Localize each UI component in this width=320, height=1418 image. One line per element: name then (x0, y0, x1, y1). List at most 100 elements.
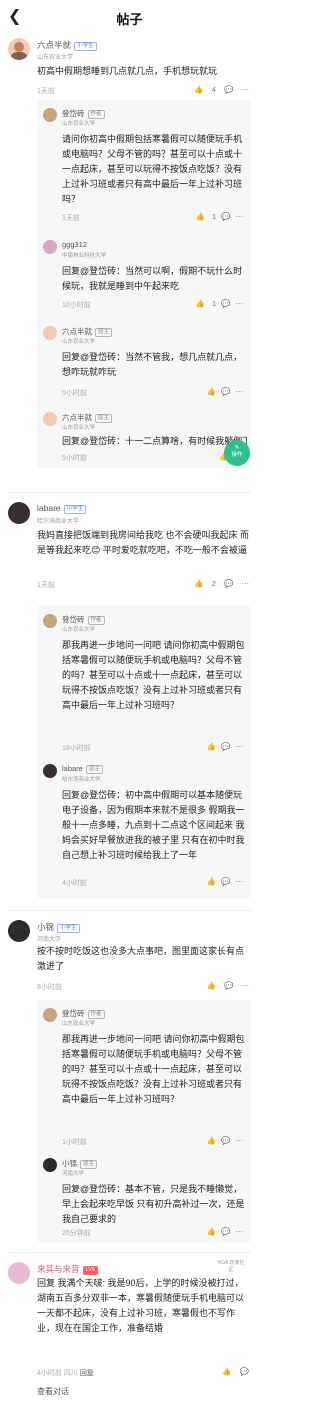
more-icon[interactable]: ⋯ (236, 877, 244, 886)
comment-text: 按不按时吃饭这也没多大点事吧，图里面这家长有点激进了 (37, 946, 245, 971)
reply-text: 回复@登岱砖：基本不管，只是我不睡懒觉，早上会起来吃早饭 只有初升高补过一次，还… (62, 1184, 245, 1224)
reply-username[interactable]: 登岱砖 作者 (62, 108, 105, 119)
more-icon[interactable]: ⋯ (242, 579, 250, 588)
reply-thread-2: 登岱砖 作者 山东农业大学 那我再进一步地问一问吧 请问你初高中假期包括寒暑假可以… (37, 606, 251, 898)
reply-school: 山东农业大学 (62, 339, 96, 345)
reply-icon[interactable]: 💬 (221, 212, 230, 221)
reply-time: 1天前 (62, 215, 80, 222)
like-icon[interactable]: 👍 (207, 981, 216, 990)
reply-thread-1: 登岱砖 作者 山东农业大学 请问你初高中假期包括寒暑假可以随便玩手机或电脑吗？父母… (37, 100, 251, 468)
like-icon[interactable]: 👍 1 (196, 212, 217, 221)
reply-icon[interactable]: 💬 (224, 981, 233, 990)
page-title: 帖子 (116, 12, 143, 27)
nga-watermark: NGA 玩家社区 (217, 1260, 245, 1273)
more-icon[interactable]: ⋯ (236, 1136, 244, 1145)
reply-time: 10小时前 (62, 302, 91, 309)
more-icon[interactable]: ⋯ (236, 387, 244, 396)
avatar[interactable] (43, 1158, 57, 1172)
school-label: 哈尔滨商业大学 (37, 519, 80, 525)
operations-fab[interactable]: ✎ 操作 (224, 440, 250, 466)
divider (8, 492, 251, 493)
reply-icon[interactable]: 💬 (221, 1227, 230, 1236)
reply-school: 山东农业大学 (62, 1021, 96, 1027)
reply-icon[interactable]: 💬 (221, 877, 230, 886)
reply-actions: 👍 1 💬 ⋯ (191, 212, 243, 221)
divider (8, 1252, 251, 1253)
username[interactable]: 六点半就 小学生 (37, 39, 97, 51)
reply-username[interactable]: 登岱砖 作者 (62, 614, 105, 625)
reply-actions: 👍 💬 ⋯ (202, 1227, 243, 1236)
avatar[interactable] (43, 108, 57, 122)
reply-text: 回复@登岱砖：初中高中假期可以基本随便玩电子设备，因为假期本来就不是很多 假期我… (62, 790, 245, 860)
comment-time: 1天前 (37, 582, 55, 589)
reply-username[interactable]: labare 层主 (62, 764, 103, 774)
avatar[interactable] (43, 764, 57, 778)
reply-text: 回复@登岱砖：当然可以啊，假期不玩什么时候玩，我就是睡到中午起来吃 (62, 266, 243, 291)
like-icon[interactable]: 👍 (207, 877, 216, 886)
like-icon[interactable]: 👍 (207, 1136, 216, 1145)
reply-actions: 👍 💬 ⋯ (202, 387, 243, 396)
reply-username[interactable]: 小锦 层主 (62, 1158, 98, 1169)
reply-icon[interactable]: 💬 (221, 387, 230, 396)
reply-school: 山东农业大学 (62, 425, 96, 431)
avatar[interactable] (43, 326, 57, 340)
more-icon[interactable]: ⋯ (242, 981, 250, 990)
more-icon[interactable]: ⋯ (236, 742, 244, 751)
reply-text: 回复@登岱砖：十一二点算啥，有时候我躺倒下午，你说的这些我都符合 (62, 436, 247, 446)
username[interactable]: labare 小学生 (37, 503, 87, 514)
reply-actions: 👍 💬 ⋯ (202, 742, 243, 751)
reply-text: 那我再进一步地问一问吧 请问你初高中假期包括寒暑假可以随便玩手机或电脑吗？父母不… (62, 1034, 245, 1104)
comment-actions: 👍 💬 (216, 1367, 249, 1376)
avatar[interactable] (43, 240, 57, 254)
comment-actions: 👍 2 💬 ⋯ (188, 579, 249, 588)
username[interactable]: 来其与来音 LV6 (37, 1263, 98, 1275)
more-icon[interactable]: ⋯ (236, 212, 244, 221)
reply-icon[interactable]: 💬 (221, 1136, 230, 1145)
reply-time: 18小时前 (62, 745, 91, 752)
reply-school: 山东农业大学 (62, 627, 96, 633)
like-icon[interactable]: 👍 2 (194, 579, 216, 588)
school-label: 河南大学 (37, 937, 62, 943)
like-icon[interactable]: 👍 (207, 1227, 216, 1236)
like-icon[interactable]: 👍 4 (194, 85, 216, 94)
like-icon[interactable]: 👍 (222, 1367, 231, 1376)
comment-text: 初高中假期想睡到几点就几点，手机想玩就玩 (37, 66, 218, 76)
comment-time: 8小时前 (37, 984, 62, 991)
avatar[interactable] (8, 1262, 30, 1284)
reply-icon[interactable]: 💬 (221, 299, 230, 308)
top-bar: ❮ 帖子 (0, 0, 259, 34)
more-icon[interactable]: ⋯ (242, 85, 250, 94)
avatar[interactable] (8, 502, 30, 524)
reply-username[interactable]: ggg312 (62, 240, 87, 249)
reply-text: 那我再进一步地问一问吧 请问你初高中假期包括寒暑假可以随便玩手机或电脑吗？父母不… (62, 640, 245, 710)
comment-time: 4小时前 四川 回复 (37, 1370, 94, 1377)
reply-actions: 👍 💬 ⋯ (202, 877, 243, 886)
username[interactable]: 小锦 小学生 (37, 921, 80, 933)
like-icon[interactable]: 👍 (207, 387, 216, 396)
more-icon[interactable]: ⋯ (236, 1227, 244, 1236)
avatar[interactable] (43, 412, 57, 426)
comment-actions: 👍 4 💬 ⋯ (188, 85, 249, 94)
view-conversation-link[interactable]: 查看对话 (37, 1386, 69, 1397)
level-badge: 小学生 (74, 42, 97, 51)
divider (8, 910, 251, 911)
reply-username[interactable]: 登岱砖 作者 (62, 1008, 105, 1019)
avatar[interactable] (8, 38, 30, 60)
avatar[interactable] (43, 1008, 57, 1022)
like-icon[interactable]: 👍 1 (196, 299, 217, 308)
reply-icon[interactable]: 💬 (224, 579, 233, 588)
comment-actions: 👍 💬 ⋯ (201, 981, 249, 990)
reply-icon[interactable]: 💬 (224, 85, 233, 94)
reply-icon[interactable]: 💬 (240, 1367, 249, 1376)
reply-username[interactable]: 六点半就 层主 (62, 412, 113, 423)
reply-time: 5小时前 (62, 390, 87, 397)
avatar[interactable] (8, 920, 30, 942)
avatar[interactable] (43, 614, 57, 628)
reply-school: 河南大学 (62, 1171, 85, 1177)
like-icon[interactable]: 👍 (207, 742, 216, 751)
more-icon[interactable]: ⋯ (236, 299, 244, 308)
reply-time: 26分钟前 (62, 1230, 91, 1237)
reply-icon[interactable]: 💬 (221, 742, 230, 751)
reply-time: 4小时前 (62, 880, 87, 887)
reply-username[interactable]: 六点半就 层主 (62, 326, 113, 337)
